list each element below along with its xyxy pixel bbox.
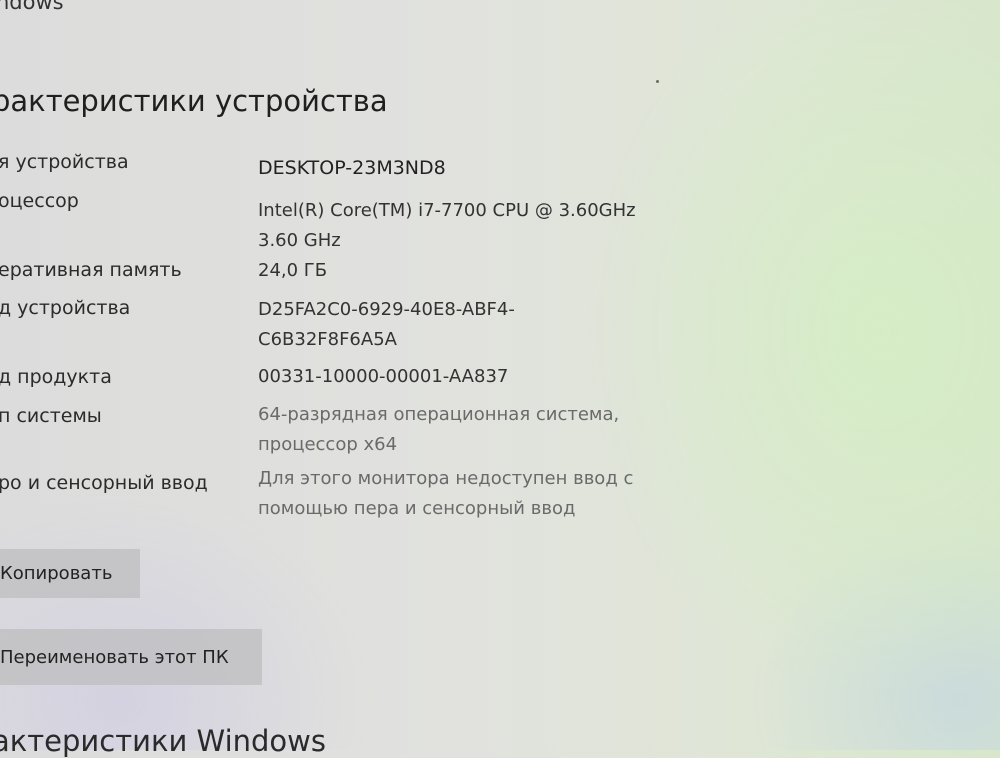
spec-value-device-id: D25FA2C0-6929-40E8-ABF4-C6B32F8F6A5A — [258, 299, 515, 350]
device-specs-heading: рактеристики устройства — [0, 84, 388, 118]
spec-value-device-name: DESKTOP-23M3ND8 — [258, 157, 446, 179]
spec-label-ram: еративная память — [0, 259, 182, 281]
spec-label-product-id: д продукта — [0, 366, 112, 388]
spec-value-system-type: 64-разрядная операционная система, проце… — [258, 404, 620, 455]
spec-value-processor: Intel(R) Core(TM) i7-7700 CPU @ 3.60GHz … — [258, 200, 636, 251]
spec-label-device-id: д устройства — [0, 297, 131, 319]
spec-label-processor: оцессор — [0, 190, 79, 212]
spec-value-ram: 24,0 ГБ — [258, 260, 328, 281]
spec-value-pen-touch: Для этого монитора недоступен ввод с пом… — [258, 468, 634, 519]
spec-label-device-name: я устройства — [0, 151, 129, 173]
dust-speck — [656, 80, 659, 83]
windows-specs-heading: актеристики Windows — [0, 724, 326, 758]
copy-button[interactable]: Копировать — [0, 549, 140, 598]
spec-label-pen-touch: ро и сенсорный ввод — [0, 472, 208, 494]
rename-pc-button[interactable]: Переименовать этот ПК — [0, 629, 262, 685]
windows-heading-partial: ndows — [0, 0, 64, 14]
spec-label-system-type: п системы — [0, 405, 102, 427]
spec-value-product-id: 00331-10000-00001-AA837 — [258, 366, 509, 387]
